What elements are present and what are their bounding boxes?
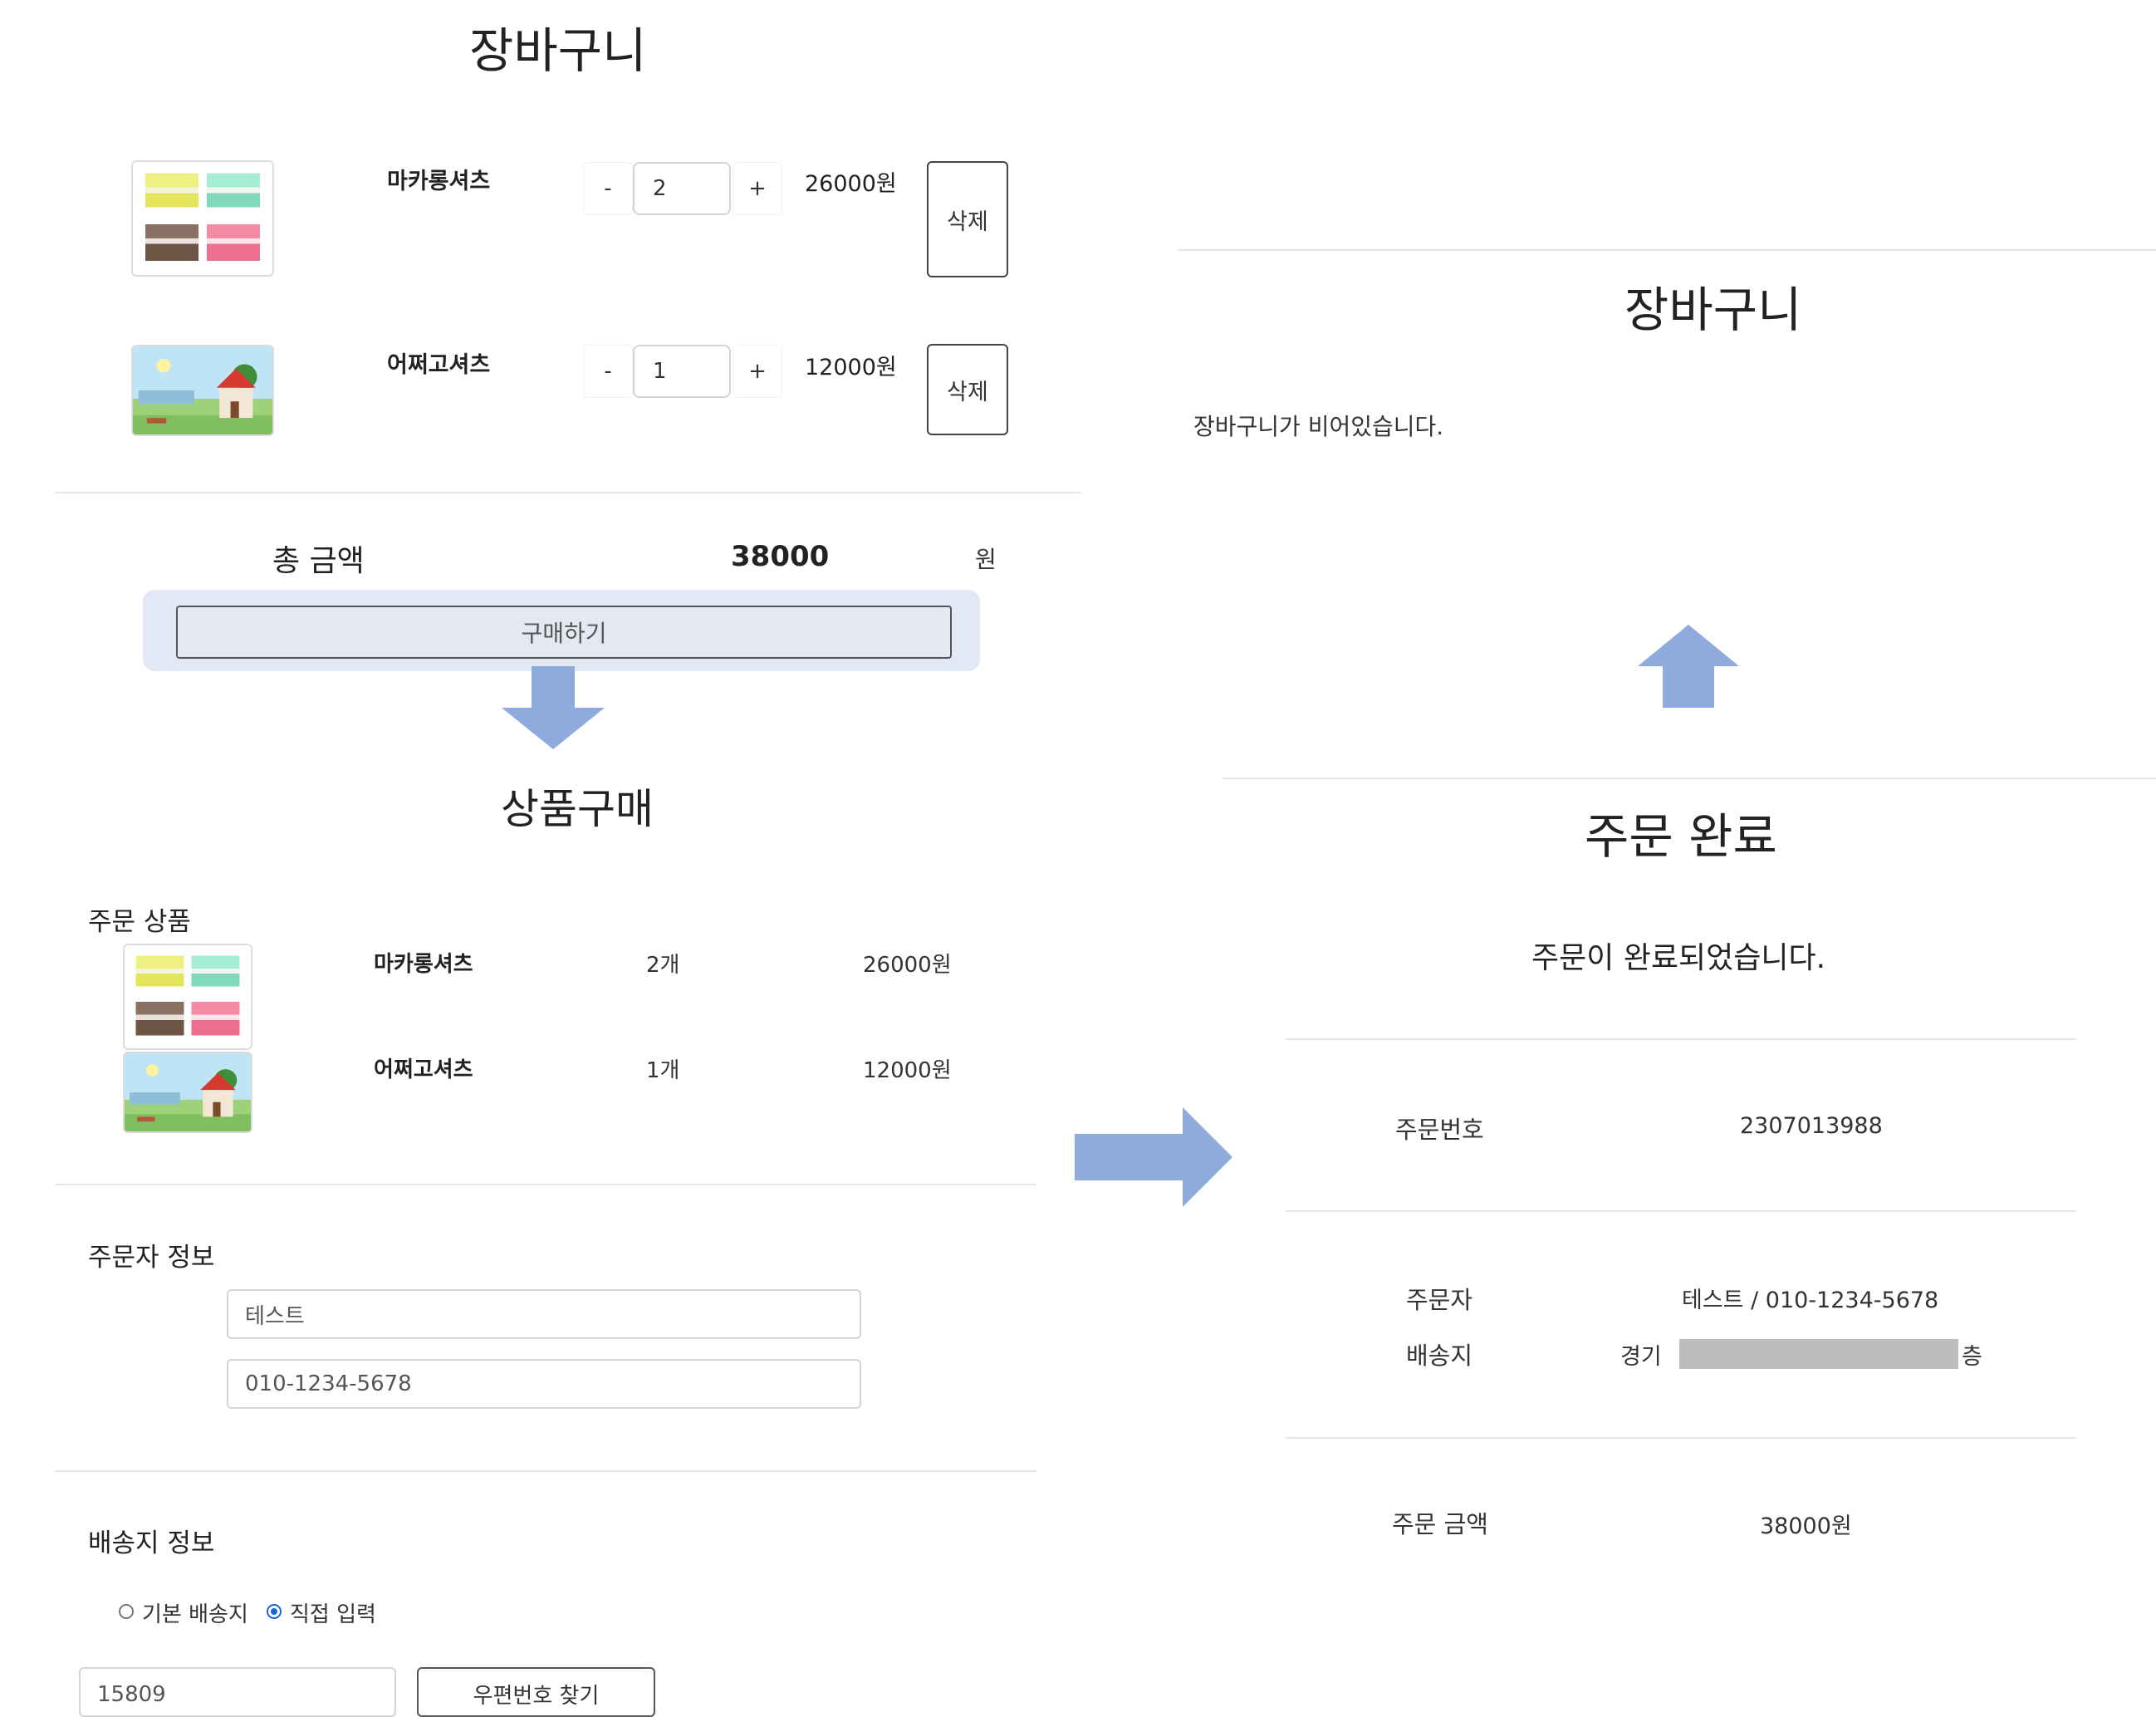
orderer-value: 테스트 / 010-1234-5678 bbox=[1682, 1288, 1939, 1313]
postcode-search-button[interactable]: 우편번호 찾기 bbox=[417, 1667, 655, 1717]
postcode-input[interactable]: 15809 bbox=[79, 1667, 396, 1717]
address-value-start: 경기 bbox=[1620, 1344, 1662, 1370]
quantity-increase-button[interactable]: + bbox=[733, 345, 782, 398]
order-number-label: 주문번호 bbox=[1395, 1116, 1484, 1144]
order-item-qty: 1개 bbox=[646, 1058, 680, 1083]
divider bbox=[1286, 1437, 2076, 1439]
buy-button[interactable]: 구매하기 bbox=[176, 606, 952, 659]
cart-page-title: 장바구니 bbox=[469, 22, 647, 79]
divider bbox=[55, 492, 1081, 493]
order-item-qty: 2개 bbox=[646, 953, 680, 978]
quantity-increase-button[interactable]: + bbox=[733, 162, 782, 215]
direct-input-radio[interactable] bbox=[267, 1604, 282, 1619]
arrow-down-icon bbox=[502, 666, 605, 749]
total-amount-value: 38000 bbox=[731, 540, 830, 573]
divider bbox=[1286, 1210, 2076, 1212]
cart-item-name: 어쩌고셔츠 bbox=[387, 352, 491, 378]
shipping-info-label: 배송지 정보 bbox=[88, 1528, 215, 1558]
order-item-price: 26000원 bbox=[863, 953, 952, 978]
empty-cart-message: 장바구니가 비어있습니다. bbox=[1193, 413, 1444, 440]
total-amount-unit: 원 bbox=[975, 546, 997, 573]
order-item-name: 어쩌고셔츠 bbox=[374, 1057, 473, 1082]
delete-button[interactable]: 삭제 bbox=[927, 161, 1008, 277]
arrow-right-icon bbox=[1075, 1107, 1232, 1207]
order-item-name: 마카롱셔츠 bbox=[374, 952, 473, 977]
order-number-value: 2307013988 bbox=[1740, 1113, 1883, 1139]
divider bbox=[1178, 249, 2156, 251]
purchase-page-title: 상품구매 bbox=[501, 785, 654, 833]
delete-button[interactable]: 삭제 bbox=[927, 344, 1008, 435]
order-amount-label: 주문 금액 bbox=[1392, 1510, 1488, 1538]
order-item-price: 12000원 bbox=[863, 1058, 952, 1083]
divider bbox=[1223, 778, 2156, 779]
arrow-up-icon bbox=[1638, 625, 1739, 708]
total-amount-label: 총 금액 bbox=[272, 544, 365, 578]
address-redaction bbox=[1679, 1339, 1958, 1369]
empty-cart-title: 장바구니 bbox=[1624, 282, 1802, 338]
default-address-label: 기본 배송지 bbox=[142, 1602, 248, 1627]
order-items-label: 주문 상품 bbox=[88, 907, 191, 937]
address-label: 배송지 bbox=[1406, 1342, 1473, 1370]
orderer-name-input[interactable]: 테스트 bbox=[227, 1289, 861, 1339]
divider bbox=[55, 1184, 1036, 1185]
orderer-label: 주문자 bbox=[1406, 1286, 1473, 1314]
order-amount-value: 38000원 bbox=[1760, 1513, 1852, 1539]
macaron-shirt-image bbox=[131, 160, 274, 277]
quantity-input[interactable]: 2 bbox=[633, 162, 731, 215]
order-complete-title: 주문 완료 bbox=[1585, 808, 1777, 865]
eojjeogo-shirt-image bbox=[131, 345, 274, 436]
cart-item-name: 마카롱셔츠 bbox=[387, 169, 491, 194]
quantity-decrease-button[interactable]: - bbox=[583, 345, 633, 398]
order-complete-message: 주문이 완료되었습니다. bbox=[1531, 941, 1826, 975]
cart-item-price: 26000원 bbox=[805, 171, 897, 197]
orderer-phone-input[interactable]: 010-1234-5678 bbox=[227, 1359, 861, 1409]
quantity-input[interactable]: 1 bbox=[633, 345, 731, 398]
divider bbox=[55, 1470, 1036, 1472]
divider bbox=[1286, 1038, 2076, 1040]
address-value-end: 층 bbox=[1962, 1344, 1982, 1370]
default-address-radio[interactable] bbox=[119, 1604, 134, 1619]
eojjeogo-shirt-image bbox=[123, 1052, 252, 1133]
macaron-shirt-image bbox=[123, 944, 252, 1050]
cart-item-price: 12000원 bbox=[805, 355, 897, 380]
quantity-decrease-button[interactable]: - bbox=[583, 162, 633, 215]
direct-input-label: 직접 입력 bbox=[290, 1602, 376, 1627]
orderer-info-label: 주문자 정보 bbox=[88, 1243, 215, 1273]
